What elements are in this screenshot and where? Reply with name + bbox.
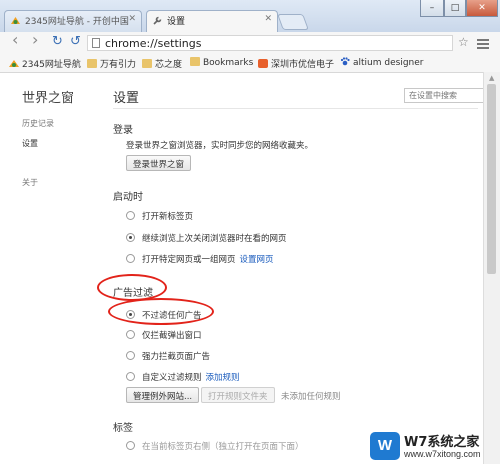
bookmark-label: altium designer [353, 58, 424, 68]
manage-exceptions-button[interactable]: 管理例外网站... [126, 387, 200, 403]
shop-icon [258, 59, 268, 68]
login-button[interactable]: 登录世界之窗 [126, 155, 192, 171]
option-label: 打开特定网页或一组网页 [142, 255, 236, 265]
navigation-toolbar: ‹ › ↻ ↺ chrome://settings [0, 32, 500, 54]
scrollbar-thumb[interactable] [487, 84, 496, 274]
close-window-button[interactable]: ✕ [466, 0, 498, 17]
watermark-logo: W [370, 432, 400, 460]
radio-button[interactable] [126, 233, 135, 242]
address-url: chrome://settings [105, 37, 202, 50]
radio-button[interactable] [126, 330, 135, 339]
option-label: 继续浏览上次关闭浏览器时在看的网页 [142, 234, 287, 244]
option-label: 在当前标签页右侧（独立打开在页面下面） [142, 442, 304, 450]
startup-option-specific[interactable]: 打开特定网页或一组网页 设置网页 [126, 253, 274, 265]
radio-button[interactable] [126, 254, 135, 263]
watermark-url: www.w7xitong.com [404, 449, 481, 459]
adfilter-option-popups[interactable]: 仅拦截弹出窗口 [126, 329, 202, 341]
add-rule-link[interactable]: 添加规则 [206, 373, 240, 383]
radio-button[interactable] [126, 372, 135, 381]
option-label: 打开新标签页 [142, 212, 194, 222]
reload-button[interactable]: ↻ [52, 35, 63, 49]
back-button[interactable]: ‹ [12, 32, 18, 48]
bookmark-altium[interactable]: altium designer [340, 57, 423, 68]
tab-settings[interactable]: 设置 ✕ [146, 10, 278, 33]
settings-search-input[interactable] [404, 88, 488, 103]
option-label: 强力拦截页面广告 [142, 352, 211, 362]
bookmark-label: 深圳市优信电子 [271, 60, 335, 70]
2345-logo-icon [11, 17, 20, 24]
sidebar-title: 世界之窗 [22, 91, 75, 106]
address-bar[interactable]: chrome://settings [87, 35, 453, 51]
option-label: 自定义过滤规则 [142, 373, 202, 383]
tab-title: 设置 [167, 17, 186, 27]
login-description: 登录世界之窗浏览器，实时同步您的网络收藏夹。 [126, 141, 314, 151]
startup-option-continue[interactable]: 继续浏览上次关闭浏览器时在看的网页 [126, 232, 287, 244]
set-pages-link[interactable]: 设置网页 [240, 255, 274, 265]
radio-button[interactable] [126, 351, 135, 360]
wrench-icon [153, 16, 162, 25]
annotation-ellipse-nofilter [108, 298, 214, 325]
page-scrollbar[interactable]: ▲ [483, 72, 500, 464]
bookmark-xinzhidu[interactable]: 芯之度 [142, 57, 182, 70]
bookmark-label: Bookmarks [203, 58, 254, 68]
bookmark-youxin[interactable]: 深圳市优信电子 [258, 57, 334, 70]
2345-logo-icon [9, 60, 19, 67]
sidebar-item-about[interactable]: 关于 [22, 177, 38, 188]
bookmark-label: 万有引力 [100, 60, 137, 70]
open-rules-folder-button[interactable]: 打开规则文件夹 [201, 387, 275, 403]
bookmarks-bar: 2345网址导航 万有引力 芯之度 Bookmarks 深圳市优信电子 alti… [0, 54, 500, 73]
minimize-button[interactable]: – [420, 0, 444, 17]
bookmark-label: 2345网址导航 [22, 60, 81, 70]
undo-close-button[interactable]: ↺ [70, 35, 81, 49]
tab-title: 2345网址导航 - 开创中国 [25, 17, 129, 27]
tab-2345[interactable]: 2345网址导航 - 开创中国 ✕ [4, 10, 142, 32]
tabs-option-partial[interactable]: 在当前标签页右侧（独立打开在页面下面） [126, 440, 304, 450]
paw-icon [340, 57, 350, 66]
adfilter-option-strong[interactable]: 强力拦截页面广告 [126, 350, 210, 362]
page-icon [92, 38, 100, 48]
menu-icon[interactable] [477, 39, 489, 51]
sidebar-item-settings[interactable]: 设置 [22, 138, 38, 149]
annotation-ellipse-adfilter [97, 274, 167, 301]
radio-button[interactable] [126, 211, 135, 220]
rules-status-text: 未添加任何规则 [281, 392, 341, 402]
scroll-up-icon[interactable]: ▲ [489, 74, 494, 82]
close-icon[interactable]: ✕ [264, 14, 272, 24]
divider [113, 108, 478, 109]
radio-button[interactable] [126, 441, 135, 450]
startup-section-title: 启动时 [113, 192, 143, 203]
watermark-title: W7系统之家 [404, 435, 480, 450]
page-title: 设置 [113, 91, 140, 106]
tabs-section-title: 标签 [113, 423, 133, 434]
folder-icon [87, 59, 97, 68]
close-icon[interactable]: ✕ [128, 14, 136, 24]
title-bar: 2345网址导航 - 开创中国 ✕ 设置 ✕ – □ ✕ [0, 0, 500, 33]
login-section-title: 登录 [113, 125, 133, 136]
folder-icon [190, 57, 200, 66]
bookmark-label: 芯之度 [155, 60, 183, 70]
maximize-button[interactable]: □ [444, 0, 466, 17]
folder-icon [142, 59, 152, 68]
watermark: W W7系统之家 www.w7xitong.com [370, 429, 498, 463]
bookmark-2345[interactable]: 2345网址导航 [9, 57, 81, 70]
bookmark-wanyouyinli[interactable]: 万有引力 [87, 57, 136, 70]
startup-option-newtab[interactable]: 打开新标签页 [126, 210, 193, 222]
sidebar-item-history[interactable]: 历史记录 [22, 118, 54, 129]
forward-button[interactable]: › [32, 32, 38, 48]
new-tab-button[interactable] [277, 14, 309, 30]
star-icon[interactable]: ☆ [458, 35, 469, 49]
adfilter-option-custom[interactable]: 自定义过滤规则 添加规则 [126, 371, 240, 383]
bookmark-bookmarks[interactable]: Bookmarks [190, 57, 253, 68]
option-label: 仅拦截弹出窗口 [142, 331, 202, 341]
